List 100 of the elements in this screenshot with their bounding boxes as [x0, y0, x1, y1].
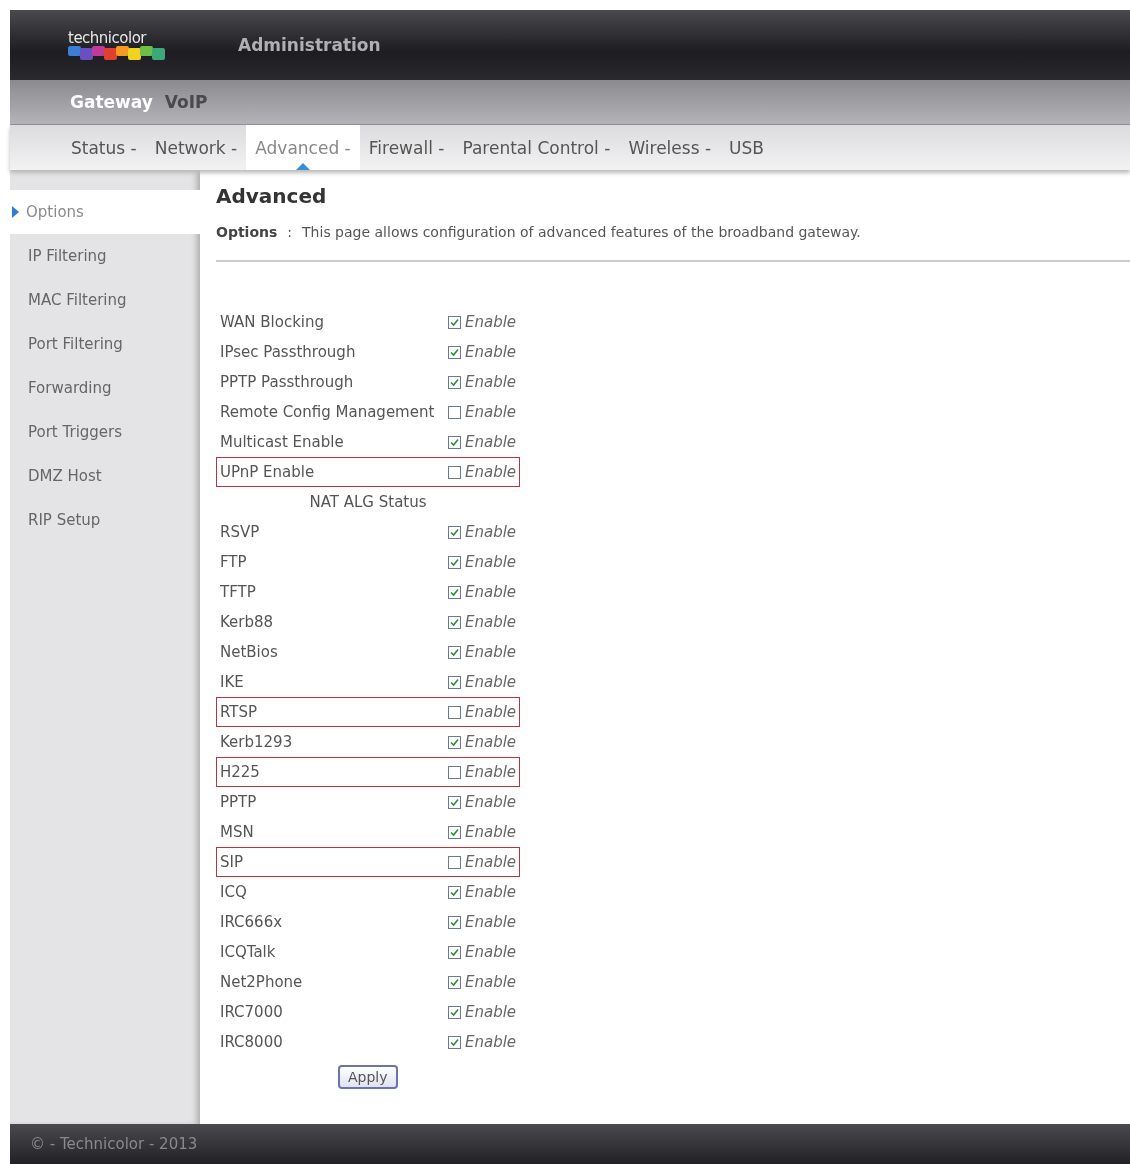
setting-label: MSN	[220, 823, 255, 841]
checkbox-label: Enable	[465, 1003, 517, 1021]
nav-tab[interactable]: Advanced -	[246, 125, 360, 170]
checkbox-label: Enable	[465, 523, 517, 541]
setting-label: FTP	[220, 553, 248, 571]
checkbox-label: Enable	[465, 433, 517, 451]
checkbox-label: Enable	[465, 583, 517, 601]
checkbox-label: Enable	[465, 1033, 517, 1051]
setting-label: IPsec Passthrough	[220, 343, 357, 361]
checkbox[interactable]	[448, 705, 461, 719]
checkbox[interactable]	[448, 765, 461, 779]
sidebar-item[interactable]: RIP Setup	[10, 498, 200, 542]
checkbox[interactable]	[448, 405, 461, 419]
checkbox-label: Enable	[465, 673, 517, 691]
sidebar-item[interactable]: Port Triggers	[10, 410, 200, 454]
checkbox[interactable]	[448, 1035, 461, 1049]
checkbox[interactable]	[448, 945, 461, 959]
setting-label: WAN Blocking	[220, 313, 326, 331]
check-icon	[450, 647, 459, 657]
checkbox[interactable]	[448, 375, 461, 389]
setting-label: TFTP	[220, 583, 257, 601]
checkbox-label: Enable	[465, 913, 517, 931]
checkbox-label: Enable	[465, 313, 517, 331]
setting-label: IRC7000	[220, 1003, 284, 1021]
content-heading: Advanced	[216, 184, 328, 208]
check-icon	[450, 1007, 459, 1017]
checkbox-label: Enable	[465, 733, 517, 751]
checkbox[interactable]	[448, 825, 461, 839]
check-icon	[450, 377, 459, 387]
check-icon	[450, 1037, 459, 1047]
checkbox[interactable]	[448, 555, 461, 569]
logo-text: technicolor	[68, 30, 146, 46]
checkbox-label: Enable	[465, 343, 517, 361]
checkbox[interactable]	[448, 1005, 461, 1019]
checkbox-label: Enable	[465, 403, 517, 421]
check-icon	[450, 947, 459, 957]
checkbox[interactable]	[448, 885, 461, 899]
intro-text: This page allows configuration of advanced features of the broadband gateway.	[302, 224, 861, 240]
nav-tab[interactable]: Status -	[62, 125, 146, 170]
nav-tab[interactable]: Parental Control -	[453, 125, 620, 170]
setting-label: ICQTalk	[220, 943, 277, 961]
checkbox[interactable]	[448, 525, 461, 539]
sidebar-item[interactable]: Forwarding	[10, 366, 200, 410]
sidebar-item[interactable]: MAC Filtering	[10, 278, 200, 322]
check-icon	[450, 617, 459, 627]
intro-label: Options	[216, 224, 278, 240]
sidebar-item[interactable]: Port Filtering	[10, 322, 200, 366]
checkbox[interactable]	[448, 855, 461, 869]
check-icon	[450, 737, 459, 747]
checkbox[interactable]	[448, 315, 461, 329]
checkbox-label: Enable	[465, 373, 517, 391]
checkbox[interactable]	[448, 795, 461, 809]
check-icon	[450, 887, 459, 897]
check-icon	[450, 437, 459, 447]
sidebar-item[interactable]: Options	[10, 190, 200, 234]
setting-label: RSVP	[220, 523, 261, 541]
setting-label: Net2Phone	[220, 973, 304, 991]
section-tab[interactable]: Gateway	[64, 92, 159, 112]
checkbox[interactable]	[448, 615, 461, 629]
checkbox-label: Enable	[465, 703, 517, 721]
setting-label: IRC8000	[220, 1033, 284, 1051]
checkbox-label: Enable	[465, 973, 517, 991]
setting-label: PPTP Passthrough	[220, 373, 355, 391]
check-icon	[450, 827, 459, 837]
apply-button[interactable]: Apply	[338, 1065, 398, 1089]
separator-text: :	[287, 224, 293, 240]
checkbox-label: Enable	[465, 613, 517, 631]
nav-tab[interactable]: Wireless -	[619, 125, 721, 170]
setting-label: PPTP	[220, 793, 258, 811]
checkbox[interactable]	[448, 735, 461, 749]
sidebar-item[interactable]: IP Filtering	[10, 234, 200, 278]
setting-label: SIP	[220, 853, 244, 871]
checkbox-label: Enable	[465, 643, 517, 661]
checkbox[interactable]	[448, 975, 461, 989]
section-tab[interactable]: VoIP	[158, 92, 214, 112]
checkbox[interactable]	[448, 465, 461, 479]
sidebar-item[interactable]: DMZ Host	[10, 454, 200, 498]
check-icon	[450, 527, 459, 537]
check-icon	[450, 677, 459, 687]
setting-label: NetBios	[220, 643, 279, 661]
checkbox[interactable]	[448, 345, 461, 359]
checkbox[interactable]	[448, 435, 461, 449]
pointer-icon	[12, 206, 19, 218]
nav-tab[interactable]: USB	[720, 125, 773, 170]
section-heading: NAT ALG Status	[308, 492, 428, 513]
checkbox-label: Enable	[465, 853, 517, 871]
checkbox[interactable]	[448, 585, 461, 599]
setting-label: Kerb88	[220, 613, 275, 631]
nav-tab[interactable]: Network -	[145, 125, 247, 170]
checkbox[interactable]	[448, 645, 461, 659]
check-icon	[450, 557, 459, 567]
setting-label: H225	[220, 763, 261, 781]
checkbox[interactable]	[448, 675, 461, 689]
nav-tab[interactable]: Firewall -	[359, 125, 454, 170]
checkbox-label: Enable	[465, 553, 517, 571]
check-icon	[450, 587, 459, 597]
check-icon	[450, 917, 459, 927]
checkbox-label: Enable	[465, 823, 517, 841]
checkbox[interactable]	[448, 915, 461, 929]
checkbox-label: Enable	[465, 793, 517, 811]
